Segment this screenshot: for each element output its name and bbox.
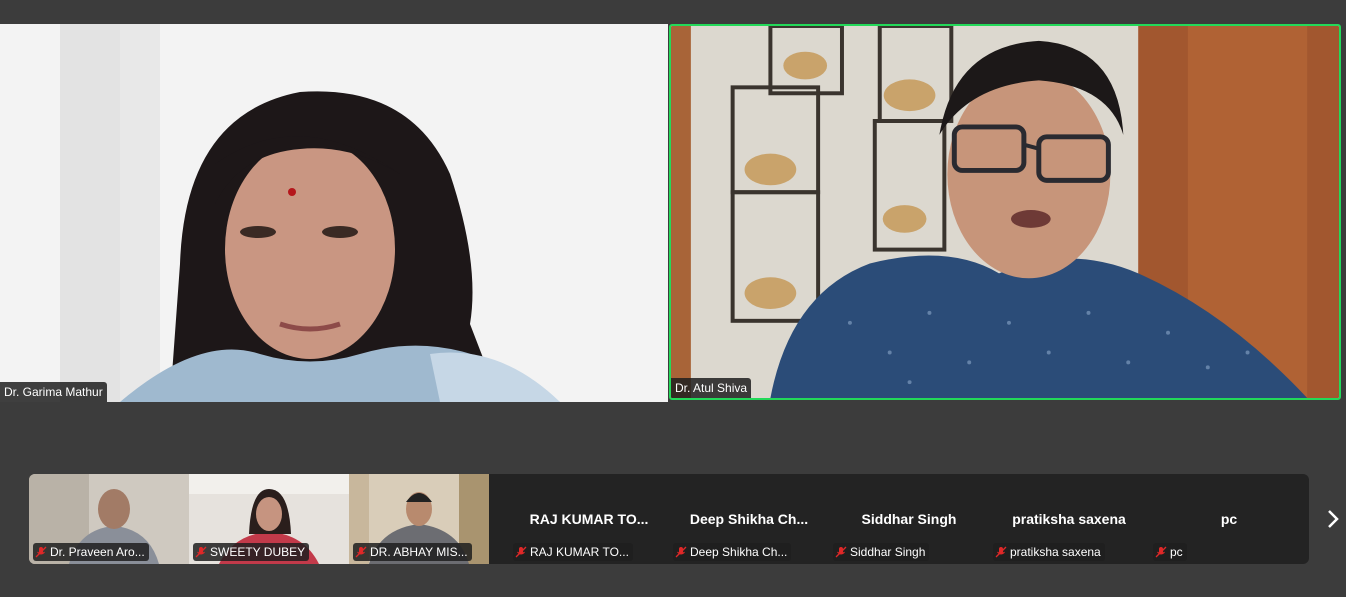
participant-thumbnail[interactable]: Dr. Praveen Aro... <box>29 474 189 564</box>
participant-name-text: pc <box>1170 545 1183 559</box>
participant-name-label: Dr. Garima Mathur <box>0 382 107 402</box>
participant-display-name: pc <box>1220 511 1238 527</box>
participant-thumbnail[interactable]: pc pc <box>1149 474 1309 564</box>
mic-off-icon <box>515 546 527 558</box>
participant-name-label: pratiksha saxena <box>993 543 1105 561</box>
meeting-stage: Dr. Garima Mathur Dr. Atul Shiva Dr. Pra… <box>0 0 1346 597</box>
mic-off-icon <box>195 546 207 558</box>
participant-video <box>671 26 1339 398</box>
mic-off-icon <box>995 546 1007 558</box>
mic-off-icon <box>355 546 367 558</box>
participant-display-name: RAJ KUMAR TO... <box>529 511 649 527</box>
participant-video <box>0 24 668 402</box>
participant-display-name: pratiksha saxena <box>1012 511 1126 527</box>
mic-off-icon <box>835 546 847 558</box>
participant-thumbnail[interactable]: DR. ABHAY MIS... <box>349 474 489 564</box>
participant-name-label: Dr. Atul Shiva <box>671 378 752 398</box>
mic-off-icon <box>675 546 687 558</box>
participant-name-text: SWEETY DUBEY <box>210 545 306 559</box>
participant-name-label: pc <box>1153 543 1187 561</box>
participant-filmstrip: Dr. Praveen Aro... SWEETY DUBEY DR. ABHA… <box>29 474 1309 564</box>
video-tile-participant[interactable]: Dr. Garima Mathur <box>0 24 668 402</box>
participant-name-text: Deep Shikha Ch... <box>690 545 788 559</box>
participant-name-text: pratiksha saxena <box>1010 545 1101 559</box>
participant-display-name: Deep Shikha Ch... <box>689 511 809 527</box>
participant-name-label: Siddhar Singh <box>833 543 930 561</box>
video-tile-active-speaker[interactable]: Dr. Atul Shiva <box>669 24 1341 400</box>
participant-name-text: Siddhar Singh <box>850 545 926 559</box>
chevron-right-icon[interactable] <box>1322 505 1344 533</box>
participant-name-text: DR. ABHAY MIS... <box>370 545 468 559</box>
participant-thumbnail[interactable]: Deep Shikha Ch... Deep Shikha Ch... <box>669 474 829 564</box>
participant-name-label: SWEETY DUBEY <box>193 543 310 561</box>
participant-name-text: Dr. Praveen Aro... <box>50 545 145 559</box>
participant-name-label: Deep Shikha Ch... <box>673 543 792 561</box>
mic-off-icon <box>1155 546 1167 558</box>
participant-name-text: RAJ KUMAR TO... <box>530 545 629 559</box>
participant-thumbnail[interactable]: Siddhar Singh Siddhar Singh <box>829 474 989 564</box>
participant-thumbnail[interactable]: RAJ KUMAR TO... RAJ KUMAR TO... <box>509 474 669 564</box>
participant-name-label: RAJ KUMAR TO... <box>513 543 633 561</box>
participant-name-label: Dr. Praveen Aro... <box>33 543 149 561</box>
participant-name-label: DR. ABHAY MIS... <box>353 543 472 561</box>
participant-thumbnail[interactable]: pratiksha saxena pratiksha saxena <box>989 474 1149 564</box>
participant-display-name: Siddhar Singh <box>861 511 957 527</box>
mic-off-icon <box>35 546 47 558</box>
participant-thumbnail[interactable]: SWEETY DUBEY <box>189 474 349 564</box>
